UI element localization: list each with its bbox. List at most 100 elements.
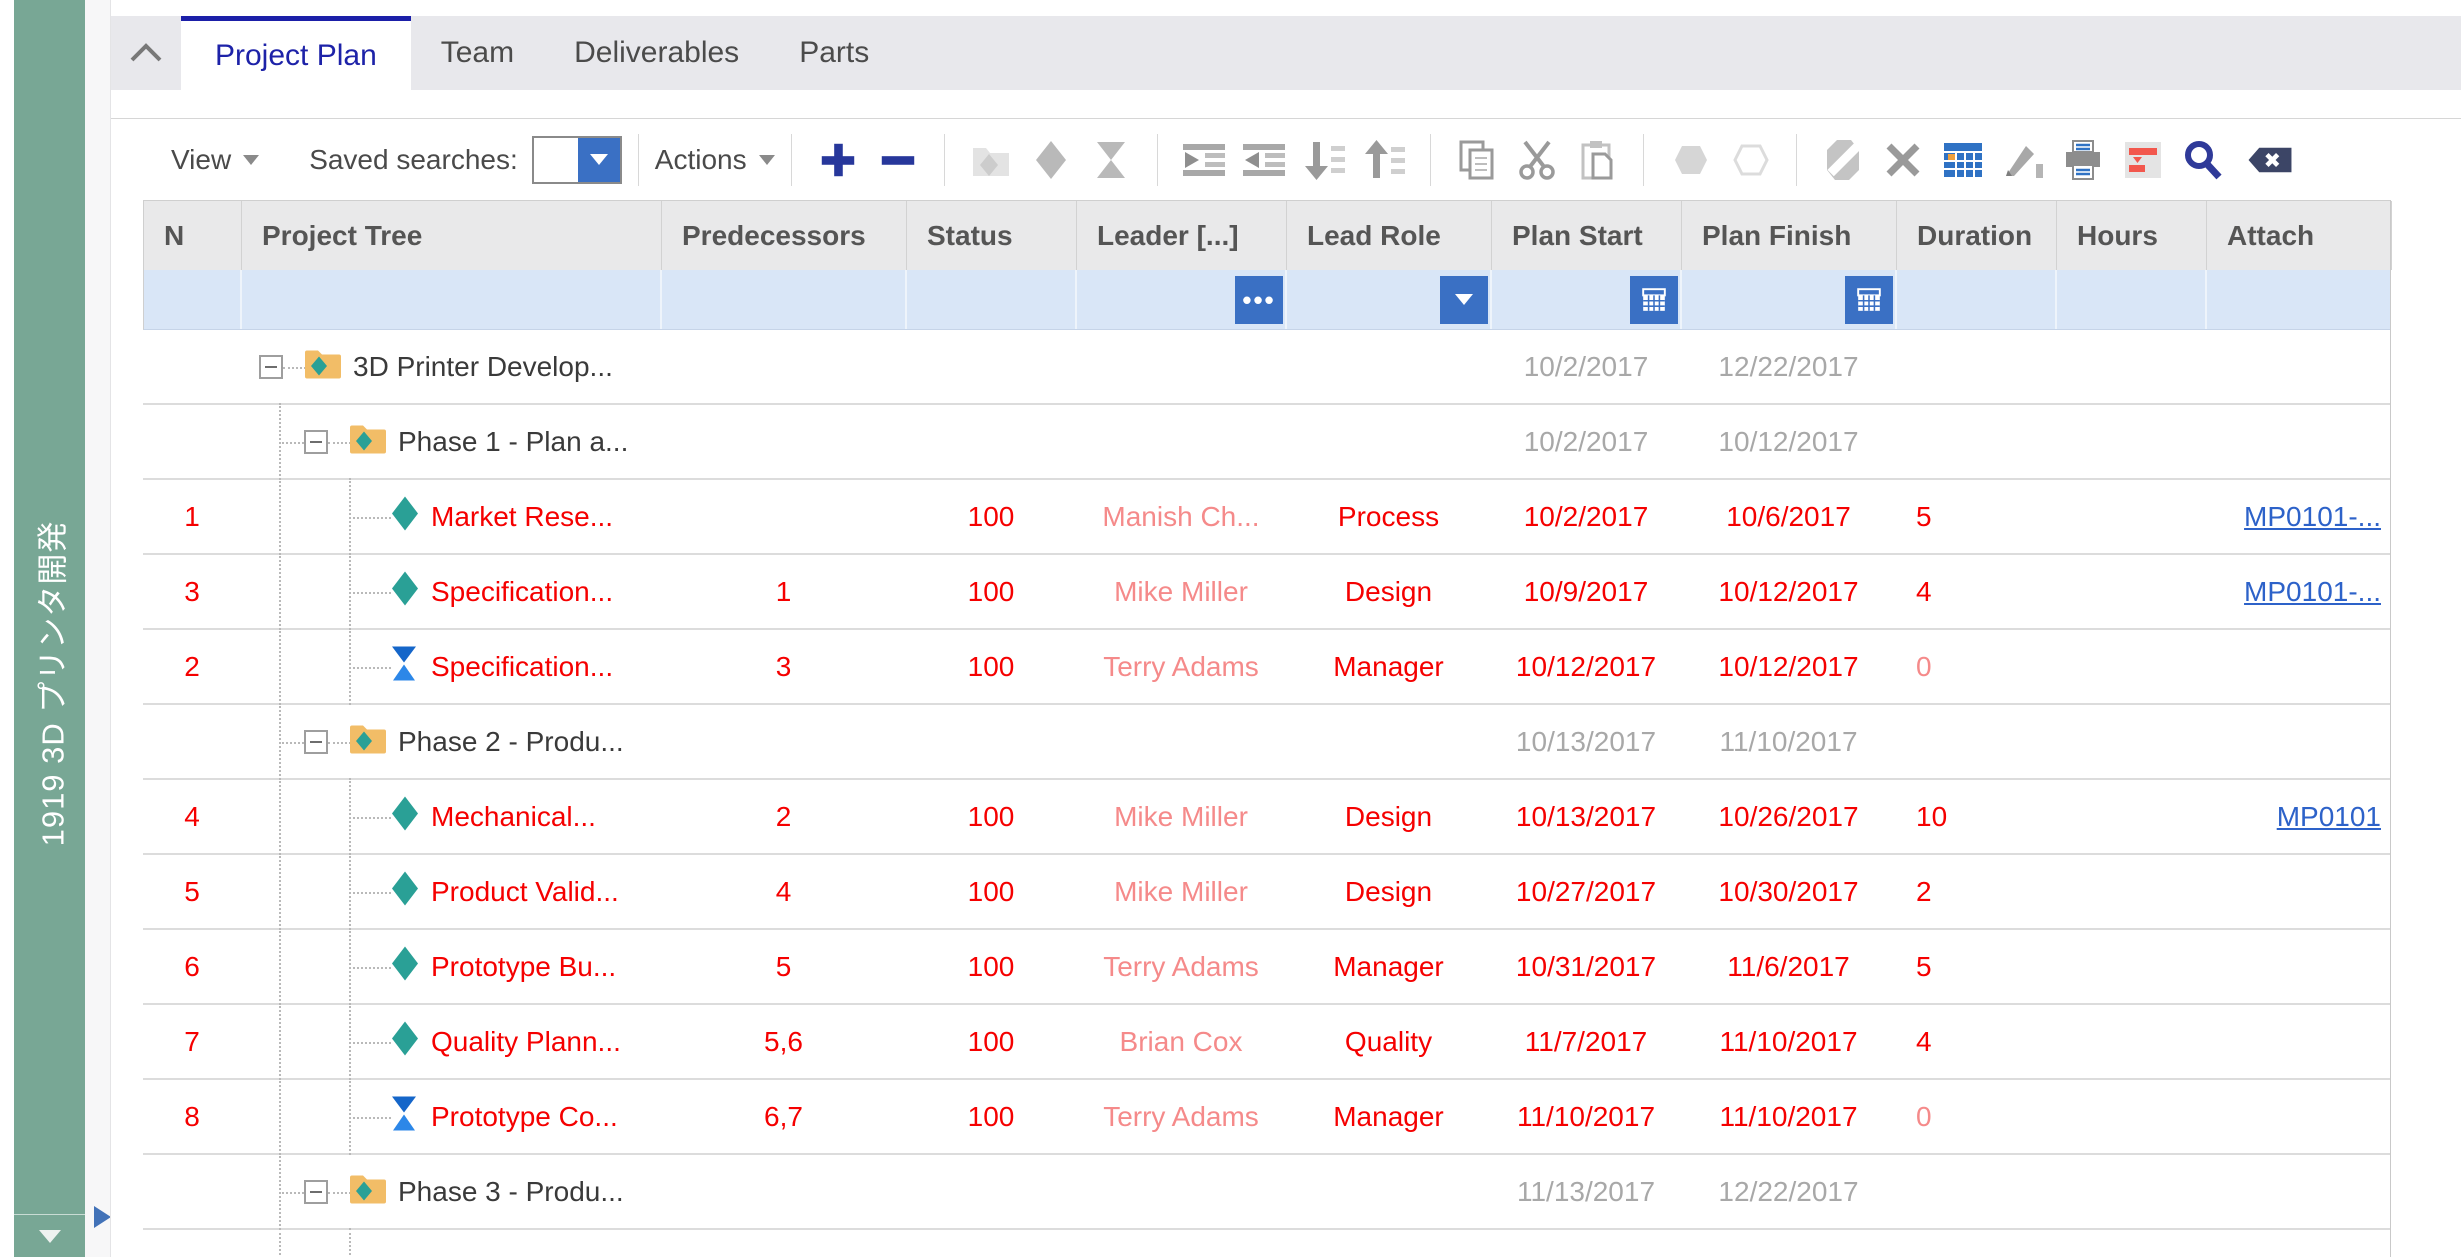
eraser-button[interactable]: [1820, 137, 1866, 183]
attach-link[interactable]: MP0101-...: [2244, 501, 2381, 533]
plan-start-value: 10/12/2017: [1515, 650, 1657, 682]
tree-guide-line: [279, 853, 281, 930]
plan-start-calendar-button[interactable]: [1630, 275, 1678, 324]
table-row[interactable]: [143, 1228, 2390, 1257]
filter-status[interactable]: [907, 270, 1077, 329]
task-name[interactable]: Market Rese...: [431, 501, 613, 533]
tree-collapse-button[interactable]: [259, 354, 283, 379]
col-header-project-tree[interactable]: Project Tree: [242, 201, 662, 270]
col-header-leader[interactable]: Leader [...]: [1077, 201, 1287, 270]
col-header-attach[interactable]: Attach: [2207, 201, 2392, 270]
col-header-plan-finish[interactable]: Plan Finish: [1682, 201, 1897, 270]
move-down-button[interactable]: [1301, 137, 1347, 183]
tree-collapse-button[interactable]: [304, 1179, 328, 1204]
col-header-status[interactable]: Status: [907, 201, 1077, 270]
filter-predecessors[interactable]: [662, 270, 907, 329]
task-name[interactable]: Prototype Co...: [431, 1101, 618, 1133]
attach-link[interactable]: MP0101-...: [2244, 576, 2381, 608]
task-name[interactable]: Product Valid...: [431, 876, 619, 908]
project-sidebar[interactable]: 1919 3D プリンタ開発: [14, 0, 85, 1257]
tab-project-plan[interactable]: Project Plan: [181, 16, 411, 90]
saved-search-select[interactable]: [531, 135, 622, 184]
copy-button[interactable]: [1454, 137, 1500, 183]
panel-expand-arrow-icon[interactable]: [94, 1206, 111, 1228]
filter-attach[interactable]: [2207, 270, 2392, 329]
paste-icon: [1581, 140, 1613, 179]
table-row[interactable]: Phase 2 - Produ... 10/13/2017 11/10/2017: [143, 703, 2390, 780]
add-milestone-button[interactable]: [1088, 137, 1134, 183]
clear-search-button[interactable]: [2247, 137, 2293, 183]
cut-button[interactable]: [1514, 137, 1560, 183]
table-row[interactable]: 1 Market Rese... 100 Manish Ch... Proces…: [143, 478, 2390, 555]
task-name[interactable]: Phase 2 - Produ...: [398, 726, 624, 758]
task-name[interactable]: 3D Printer Develop...: [353, 351, 613, 383]
task-name[interactable]: Phase 3 - Produ...: [398, 1176, 624, 1208]
task-name[interactable]: Mechanical...: [431, 801, 596, 833]
lead-role-dropdown-button[interactable]: [1440, 275, 1488, 324]
table-row[interactable]: 4 Mechanical... 2 100 Mike Miller Design…: [143, 778, 2390, 855]
tab-team[interactable]: Team: [411, 16, 544, 90]
task-name[interactable]: Quality Plann...: [431, 1026, 621, 1058]
print-button[interactable]: [2060, 137, 2106, 183]
paste-button[interactable]: [1574, 137, 1620, 183]
plan-finish-calendar-button[interactable]: [1845, 275, 1893, 324]
spreadsheet-button[interactable]: [1940, 137, 1986, 183]
add-subproject-button[interactable]: [968, 137, 1014, 183]
collapse-tabs-button[interactable]: [111, 16, 181, 90]
task-name[interactable]: Specification...: [431, 576, 613, 608]
table-row[interactable]: Phase 1 - Plan a... 10/2/2017 10/12/2017: [143, 403, 2390, 480]
table-row[interactable]: 8 Prototype Co... 6,7 100 Terry Adams Ma…: [143, 1078, 2390, 1155]
table-row[interactable]: 3 Specification... 1 100 Mike Miller Des…: [143, 553, 2390, 630]
filter-hours[interactable]: [2057, 270, 2207, 329]
filter-duration[interactable]: [1897, 270, 2057, 329]
actions-menu[interactable]: Actions: [655, 144, 775, 176]
col-header-n[interactable]: N: [144, 201, 242, 270]
gantt-button[interactable]: [2120, 137, 2166, 183]
filter-plan-finish[interactable]: [1682, 270, 1897, 329]
attach-link[interactable]: MP0101: [2277, 801, 2381, 833]
move-up-button[interactable]: [1361, 137, 1407, 183]
calendar-icon: [1857, 287, 1881, 311]
view-menu[interactable]: View: [171, 144, 260, 176]
col-header-lead-role[interactable]: Lead Role: [1287, 201, 1492, 270]
col-header-duration[interactable]: Duration: [1897, 201, 2057, 270]
plan-finish-value: 12/22/2017: [1718, 350, 1859, 382]
add-task-button[interactable]: [1028, 137, 1074, 183]
table-row[interactable]: 5 Product Valid... 4 100 Mike Miller Des…: [143, 853, 2390, 930]
task-name[interactable]: Prototype Bu...: [431, 951, 616, 983]
task-name[interactable]: Phase 1 - Plan a...: [398, 426, 628, 458]
table-row[interactable]: 7 Quality Plann... 5,6 100 Brian Cox Qua…: [143, 1003, 2390, 1080]
filter-lead-role[interactable]: [1287, 270, 1492, 329]
tab-deliverables[interactable]: Deliverables: [544, 16, 769, 90]
table-row[interactable]: 3D Printer Develop... 10/2/2017 12/22/20…: [143, 330, 2390, 405]
tree-collapse-button[interactable]: [304, 729, 328, 754]
shape-outline-button[interactable]: [1727, 137, 1773, 183]
filter-n[interactable]: [144, 270, 242, 329]
search-button[interactable]: [2180, 137, 2226, 183]
task-name[interactable]: Specification...: [431, 651, 613, 683]
shape-filled-button[interactable]: [1667, 137, 1713, 183]
col-header-hours[interactable]: Hours: [2057, 201, 2207, 270]
col-header-plan-start[interactable]: Plan Start: [1492, 201, 1682, 270]
tab-parts[interactable]: Parts: [769, 16, 899, 90]
plan-start-value: 10/27/2017: [1515, 875, 1657, 907]
remove-row-button[interactable]: [875, 137, 921, 183]
saved-search-dropdown-button[interactable]: [577, 137, 620, 182]
outdent-button[interactable]: [1181, 137, 1227, 183]
col-header-predecessors[interactable]: Predecessors: [662, 201, 907, 270]
filter-leader[interactable]: •••: [1077, 270, 1287, 329]
add-row-button[interactable]: [815, 137, 861, 183]
sidebar-collapse-button[interactable]: [14, 1214, 85, 1257]
leader-picker-button[interactable]: •••: [1235, 275, 1283, 324]
table-row[interactable]: 6 Prototype Bu... 5 100 Terry Adams Mana…: [143, 928, 2390, 1005]
table-row[interactable]: 2 Specification... 3 100 Terry Adams Man…: [143, 628, 2390, 705]
lead-role-value: Manager: [1333, 1100, 1444, 1132]
filter-project-tree[interactable]: [242, 270, 662, 329]
table-row[interactable]: Phase 3 - Produ... 11/13/2017 12/22/2017: [143, 1153, 2390, 1230]
filter-plan-start[interactable]: [1492, 270, 1682, 329]
delete-button[interactable]: [1880, 137, 1926, 183]
sign-off-button[interactable]: [2000, 137, 2046, 183]
indent-button[interactable]: [1241, 137, 1287, 183]
tree-collapse-button[interactable]: [304, 429, 328, 454]
tree-connector: [328, 441, 351, 444]
